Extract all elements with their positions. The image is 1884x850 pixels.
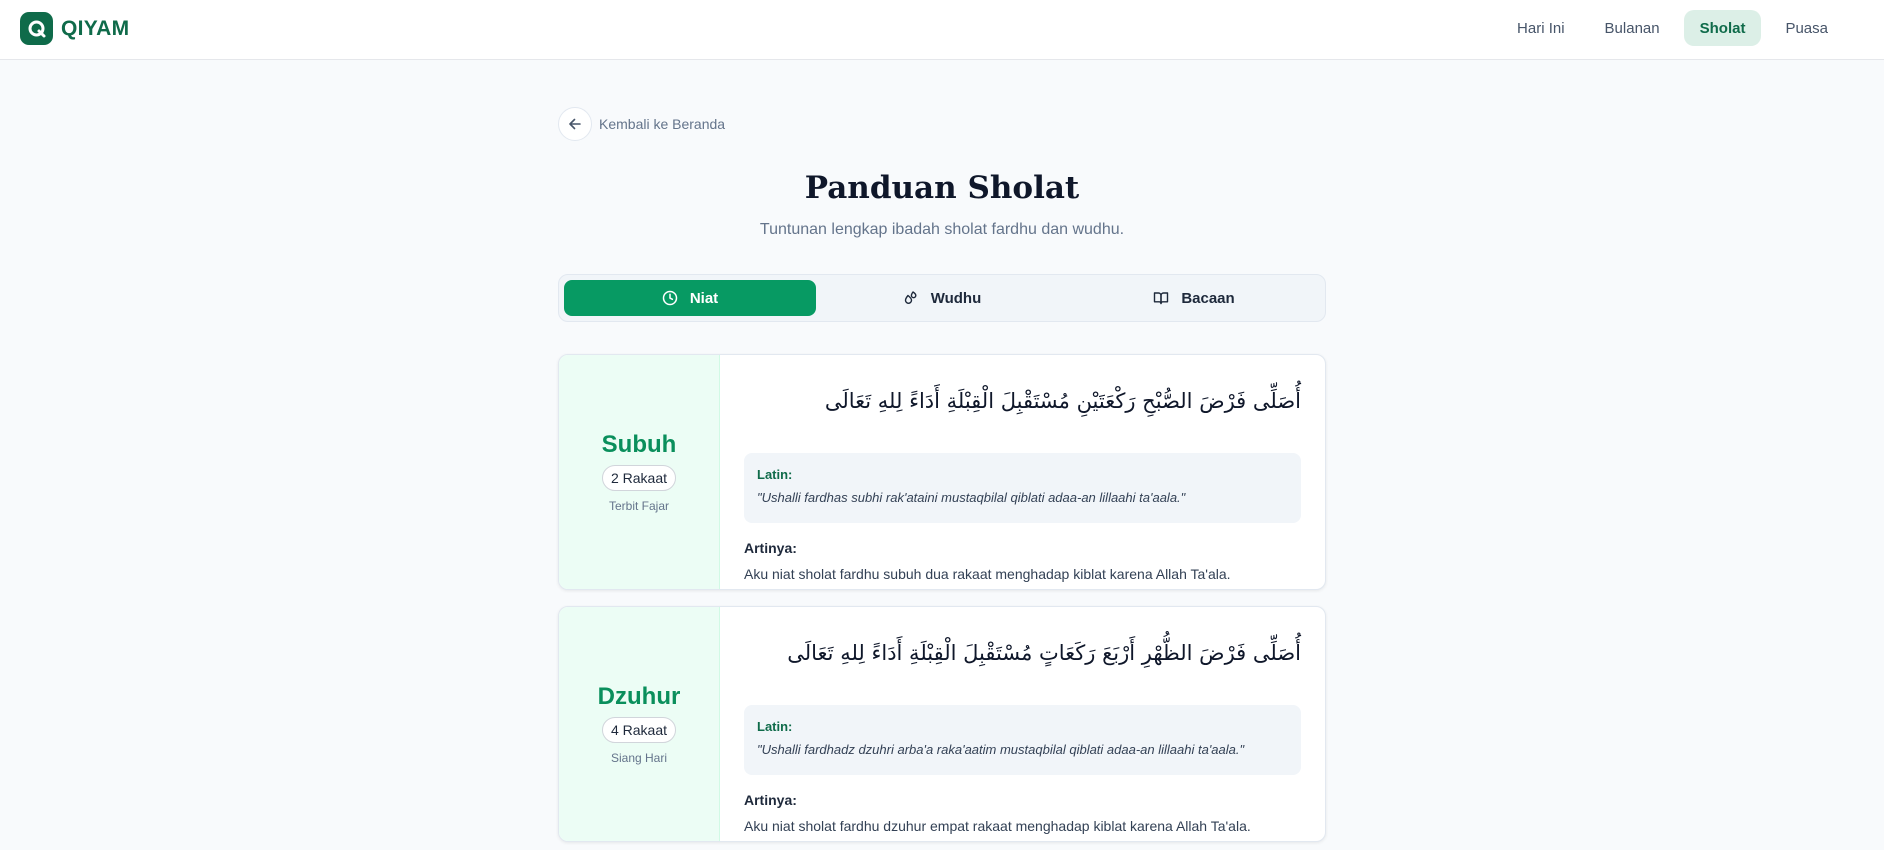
- tab-niat-label: Niat: [689, 289, 719, 307]
- tab-niat[interactable]: Niat: [564, 280, 816, 316]
- clock-icon: [662, 290, 678, 306]
- book-open-icon: [1154, 292, 1169, 305]
- latin-box: Latin: "Ushalli fardhas subhi rak'ataini…: [744, 453, 1301, 523]
- meaning-text: Aku niat sholat fardhu dzuhur empat raka…: [744, 818, 1251, 834]
- main-nav: Hari Ini Bulanan Sholat Puasa: [1501, 10, 1844, 46]
- guide-tabs: Niat Wudhu Bacaan: [558, 274, 1326, 322]
- page-subtitle: Tuntunan lengkap ibadah sholat fardhu da…: [759, 221, 1125, 238]
- prayer-time: Siang Hari: [610, 751, 668, 765]
- tab-bacaan[interactable]: Bacaan: [1068, 280, 1320, 316]
- prayer-summary: Dzuhur 4 Rakaat Siang Hari: [559, 607, 720, 841]
- back-button[interactable]: [558, 107, 592, 141]
- prayer-name: Dzuhur: [597, 683, 681, 710]
- back-label[interactable]: Kembali ke Beranda: [599, 116, 725, 132]
- latin-label: Latin:: [757, 719, 793, 734]
- latin-box: Latin: "Ushalli fardhadz dzuhri arba'a r…: [744, 705, 1301, 775]
- latin-label: Latin:: [757, 467, 793, 482]
- tab-bacaan-label: Bacaan: [1181, 289, 1235, 307]
- prayer-details: أُصَلِّى فَرْضَ الصُّبْحِ رَكْعَتَيْنِ م…: [720, 355, 1325, 589]
- latin-text: "Ushalli fardhas subhi rak'ataini mustaq…: [757, 490, 1186, 505]
- meaning-text: Aku niat sholat fardhu subuh dua rakaat …: [744, 566, 1231, 582]
- logo-icon: [20, 12, 53, 45]
- brand[interactable]: QIYAM: [20, 12, 129, 45]
- app-name: QIYAM: [61, 16, 130, 40]
- latin-text: "Ushalli fardhadz dzuhri arba'a raka'aat…: [757, 742, 1245, 757]
- rakaat-badge: 4 Rakaat: [601, 717, 677, 743]
- nav-item-sholat[interactable]: Sholat: [1683, 10, 1762, 46]
- prayer-summary: Subuh 2 Rakaat Terbit Fajar: [559, 355, 720, 589]
- prayer-name: Subuh: [601, 431, 677, 458]
- back-to-home-link[interactable]: Kembali ke Beranda: [558, 107, 725, 141]
- nav-item-puasa[interactable]: Puasa: [1769, 10, 1844, 46]
- niat-arabic: أُصَلِّى فَرْضَ الصُّبْحِ رَكْعَتَيْنِ م…: [824, 389, 1301, 413]
- rakaat-badge: 2 Rakaat: [601, 465, 677, 491]
- nav-item-hari-ini[interactable]: Hari Ini: [1501, 10, 1581, 46]
- prayer-card-subuh: Subuh 2 Rakaat Terbit Fajar أُصَلِّى فَر…: [558, 354, 1326, 590]
- nav-item-bulanan[interactable]: Bulanan: [1589, 10, 1676, 46]
- meaning-label: Artinya:: [744, 540, 797, 556]
- droplets-icon: [904, 291, 917, 304]
- tab-wudhu-label: Wudhu: [930, 289, 982, 307]
- arrow-left-icon: [569, 118, 581, 130]
- prayer-details: أُصَلِّى فَرْضَ الظُّهْرِ أَرْبَعَ رَكَع…: [720, 607, 1325, 841]
- top-navbar: QIYAM Hari Ini Bulanan Sholat Puasa: [0, 0, 1884, 60]
- meaning-label: Artinya:: [744, 792, 797, 808]
- prayer-time: Terbit Fajar: [608, 499, 670, 513]
- niat-arabic: أُصَلِّى فَرْضَ الظُّهْرِ أَرْبَعَ رَكَع…: [787, 641, 1301, 665]
- page-title: Panduan Sholat: [804, 170, 1080, 206]
- prayer-card-dzuhur: Dzuhur 4 Rakaat Siang Hari أُصَلِّى فَرْ…: [558, 606, 1326, 842]
- tab-wudhu[interactable]: Wudhu: [816, 280, 1068, 316]
